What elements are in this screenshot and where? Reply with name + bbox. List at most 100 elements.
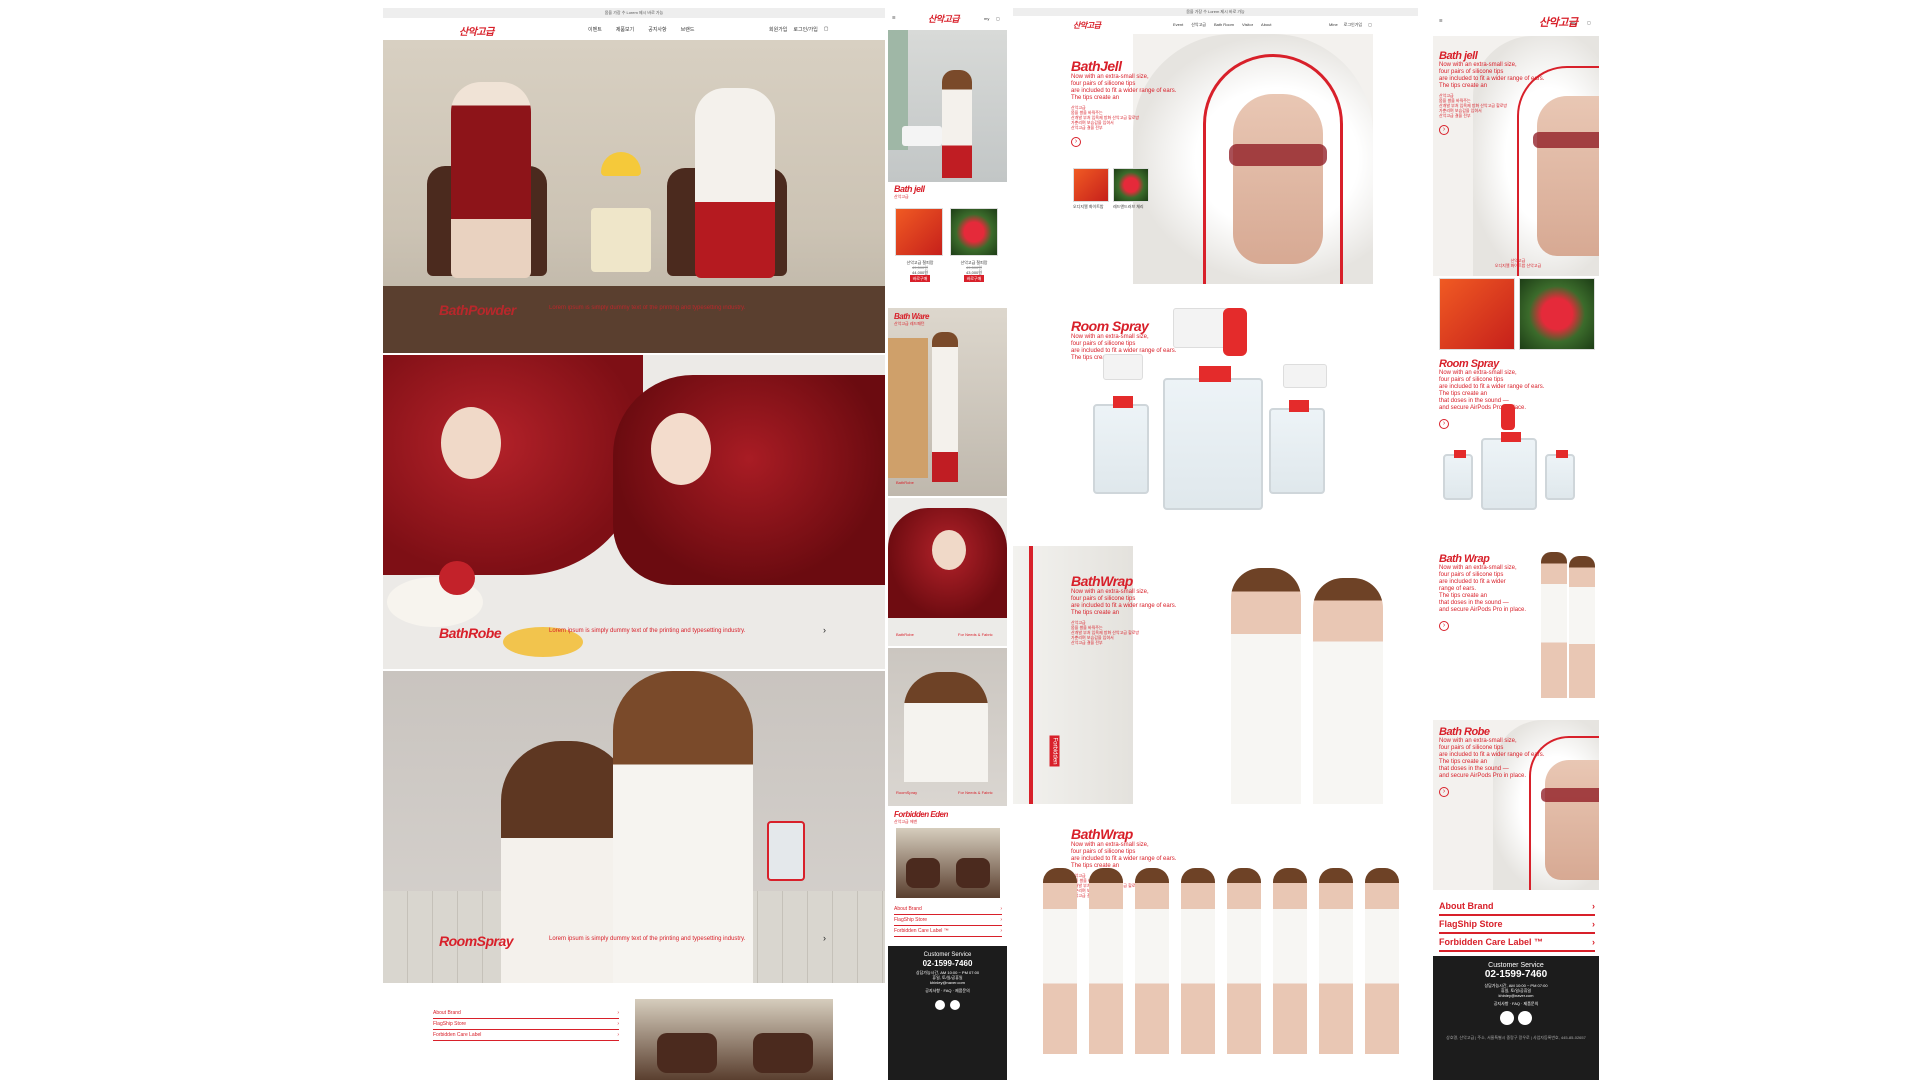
- next-arrow-icon[interactable]: ›: [823, 625, 826, 635]
- hero-bathrobe[interactable]: BathRobe Lorem ipsum is simply dummy tex…: [383, 355, 885, 669]
- footer-legal: 상호명, 산악고급 | 주소, 서울특별시 중랑구 망우로 | 사업자등록번호,…: [1446, 1035, 1586, 1040]
- footer-phone[interactable]: 02-1599-7460: [888, 959, 1007, 968]
- desc-line: range of ears.: [1439, 586, 1477, 592]
- lineup-model: [1227, 868, 1261, 1054]
- desc-line: The tips create an: [1071, 355, 1120, 361]
- hero-roomspray[interactable]: RoomSpray Lorem ipsum is simply dummy te…: [383, 671, 885, 983]
- footer-email[interactable]: khinley@naver.com: [1433, 993, 1599, 998]
- more-arrow-icon[interactable]: ›: [1439, 125, 1449, 135]
- caption: BathRobe: [896, 480, 914, 485]
- nav-item[interactable]: Event: [1173, 22, 1183, 28]
- flagship-store-link[interactable]: FlagShip Store ›: [433, 1019, 619, 1030]
- footer-links[interactable]: 공지사항 · FAQ · 제품문의: [1433, 1001, 1599, 1006]
- wrap-model-1: [1231, 568, 1301, 804]
- wrap-model-2: [1313, 578, 1383, 804]
- eden-photo[interactable]: [896, 828, 1000, 898]
- lineup-model: [1273, 868, 1307, 1054]
- footer-phone[interactable]: 02-1599-7460: [1433, 969, 1599, 980]
- desc-line: are included to fit a wider range of ear…: [1071, 603, 1177, 609]
- mobile2-header: ☰ 산악고급 my ▢: [1433, 8, 1599, 34]
- bathwrap-text: Bath Wrap Now with an extra-small size, …: [1439, 553, 1539, 632]
- bag-icon[interactable]: ▢: [824, 26, 829, 33]
- more-arrow-icon[interactable]: ›: [1439, 419, 1449, 429]
- mobile2-links: About Brand › FlagShip Store › Forbidden C…: [1439, 898, 1595, 952]
- thumb-caption-1: 오디지엘 화이트밤: [1073, 204, 1104, 209]
- nav-item[interactable]: 공지사항: [648, 26, 666, 33]
- nav-item[interactable]: 브랜드: [681, 26, 695, 33]
- flagship-store-link[interactable]: FlagShip Store ›: [894, 915, 1002, 926]
- nav-item[interactable]: 제품보기: [616, 26, 634, 33]
- about-brand-link[interactable]: About Brand ›: [1439, 898, 1595, 916]
- bathjell-block: Bath jell 산악고급: [894, 184, 925, 199]
- about-brand-link[interactable]: About Brand ›: [433, 1008, 619, 1019]
- instagram-icon[interactable]: [949, 1000, 960, 1010]
- section-title: BathWrap: [1071, 826, 1133, 842]
- care-label-link[interactable]: Forbidden Care Label ™ ›: [894, 926, 1002, 937]
- menu-icon[interactable]: ☰: [1439, 18, 1443, 23]
- signup-link[interactable]: 회원가입: [769, 26, 787, 33]
- footer-email[interactable]: khinley@naver.com: [888, 980, 1007, 985]
- my-link[interactable]: my: [984, 16, 989, 21]
- instagram-icon[interactable]: [1518, 1011, 1533, 1025]
- product-info-2: 산악고급 철피망 49,500원 43,000원 바로구매: [950, 260, 998, 282]
- nav-item[interactable]: Bath Room: [1214, 22, 1234, 28]
- nav-item[interactable]: Visitor: [1242, 22, 1253, 28]
- youtube-icon[interactable]: [1499, 1011, 1514, 1025]
- my-link[interactable]: my: [1571, 20, 1576, 25]
- care-label-link[interactable]: Forbidden Care Label ™ ›: [1439, 934, 1595, 952]
- more-arrow-icon[interactable]: ›: [1439, 621, 1449, 631]
- desc-line: four pairs of silicone tips: [1439, 377, 1504, 383]
- bathjell-text: BathJell Now with an extra-small size, f…: [1071, 58, 1221, 148]
- product-thumb-1[interactable]: [1439, 278, 1515, 350]
- bathjell-thumb-1[interactable]: [1073, 168, 1109, 202]
- logo[interactable]: 산악고급: [1073, 20, 1101, 31]
- bag-icon[interactable]: ▢: [1587, 20, 1591, 25]
- care-label-link[interactable]: Forbidden Care Label ›: [433, 1030, 619, 1041]
- bathware-photo[interactable]: Bath Ware 산악고급 레드패턴 BathRobe: [888, 308, 1007, 496]
- nav-item[interactable]: 이벤트: [588, 26, 602, 33]
- product-thumb-1[interactable]: [895, 208, 943, 256]
- robe-photo[interactable]: BathRobe For Needs & Fabric: [888, 498, 1007, 646]
- bag-icon[interactable]: ▢: [1368, 22, 1372, 28]
- model: [932, 332, 958, 482]
- footer-photo-sofa: [657, 1033, 717, 1073]
- flagship-store-link[interactable]: FlagShip Store ›: [1439, 916, 1595, 934]
- lineup-model: [1043, 868, 1077, 1054]
- logo[interactable]: 산악고급: [928, 12, 960, 25]
- desc-line: and secure AirPods Pro in place.: [1439, 607, 1527, 613]
- menu-icon[interactable]: ☰: [892, 15, 896, 20]
- hero-bathpowder[interactable]: BathPowder Lorem ipsum is simply dummy t…: [383, 40, 885, 353]
- section-title: Bath Wrap: [1439, 553, 1490, 565]
- bottle-center: [1481, 432, 1537, 510]
- bathjell-thumb-2[interactable]: [1113, 168, 1149, 202]
- bag-icon[interactable]: ▢: [996, 16, 1000, 21]
- wrap-model-1: [1541, 552, 1567, 698]
- more-arrow-icon[interactable]: ›: [1439, 787, 1449, 797]
- login-link[interactable]: 로그인/가입: [793, 26, 817, 33]
- login-link[interactable]: 로그인가입: [1344, 22, 1362, 28]
- nav-item[interactable]: About: [1261, 22, 1271, 28]
- product-thumb-2[interactable]: [1519, 278, 1595, 350]
- desc-line: Now with an extra-small size,: [1071, 74, 1149, 80]
- buy-button[interactable]: 바로구매: [909, 275, 931, 282]
- more-arrow-icon[interactable]: ›: [1071, 137, 1081, 147]
- footer-links[interactable]: 공지사항 · FAQ · 제품문의: [888, 988, 1007, 993]
- next-arrow-icon[interactable]: ›: [823, 933, 826, 943]
- spray-photo[interactable]: RoomSpray For Needs & Fabric: [888, 648, 1007, 806]
- logo[interactable]: 산악고급: [459, 23, 494, 38]
- sink: [902, 126, 942, 146]
- youtube-icon[interactable]: [935, 1000, 946, 1010]
- side-table: [591, 208, 651, 272]
- top-announcement: 몸을 가장 수 Lorem 제시 바로 가능: [383, 8, 885, 18]
- nav-item[interactable]: 산악고급: [1191, 22, 1206, 28]
- towel-label: Forbidden: [1049, 735, 1060, 767]
- face-left: [441, 407, 501, 479]
- about-brand-link[interactable]: About Brand ›: [894, 904, 1002, 915]
- section-sub: 산악고급 에덴: [894, 819, 918, 824]
- mine-link[interactable]: Mine: [1329, 22, 1338, 28]
- desc-line: four pairs of silicone tips: [1071, 849, 1136, 855]
- desc-line: Now with an extra-small size,: [1439, 370, 1517, 376]
- buy-button[interactable]: 바로구매: [963, 275, 985, 282]
- product-thumb-2[interactable]: [950, 208, 998, 256]
- mobile-page-2: ☰ 산악고급 my ▢ Bath jell Now with an extra-…: [1433, 8, 1599, 1080]
